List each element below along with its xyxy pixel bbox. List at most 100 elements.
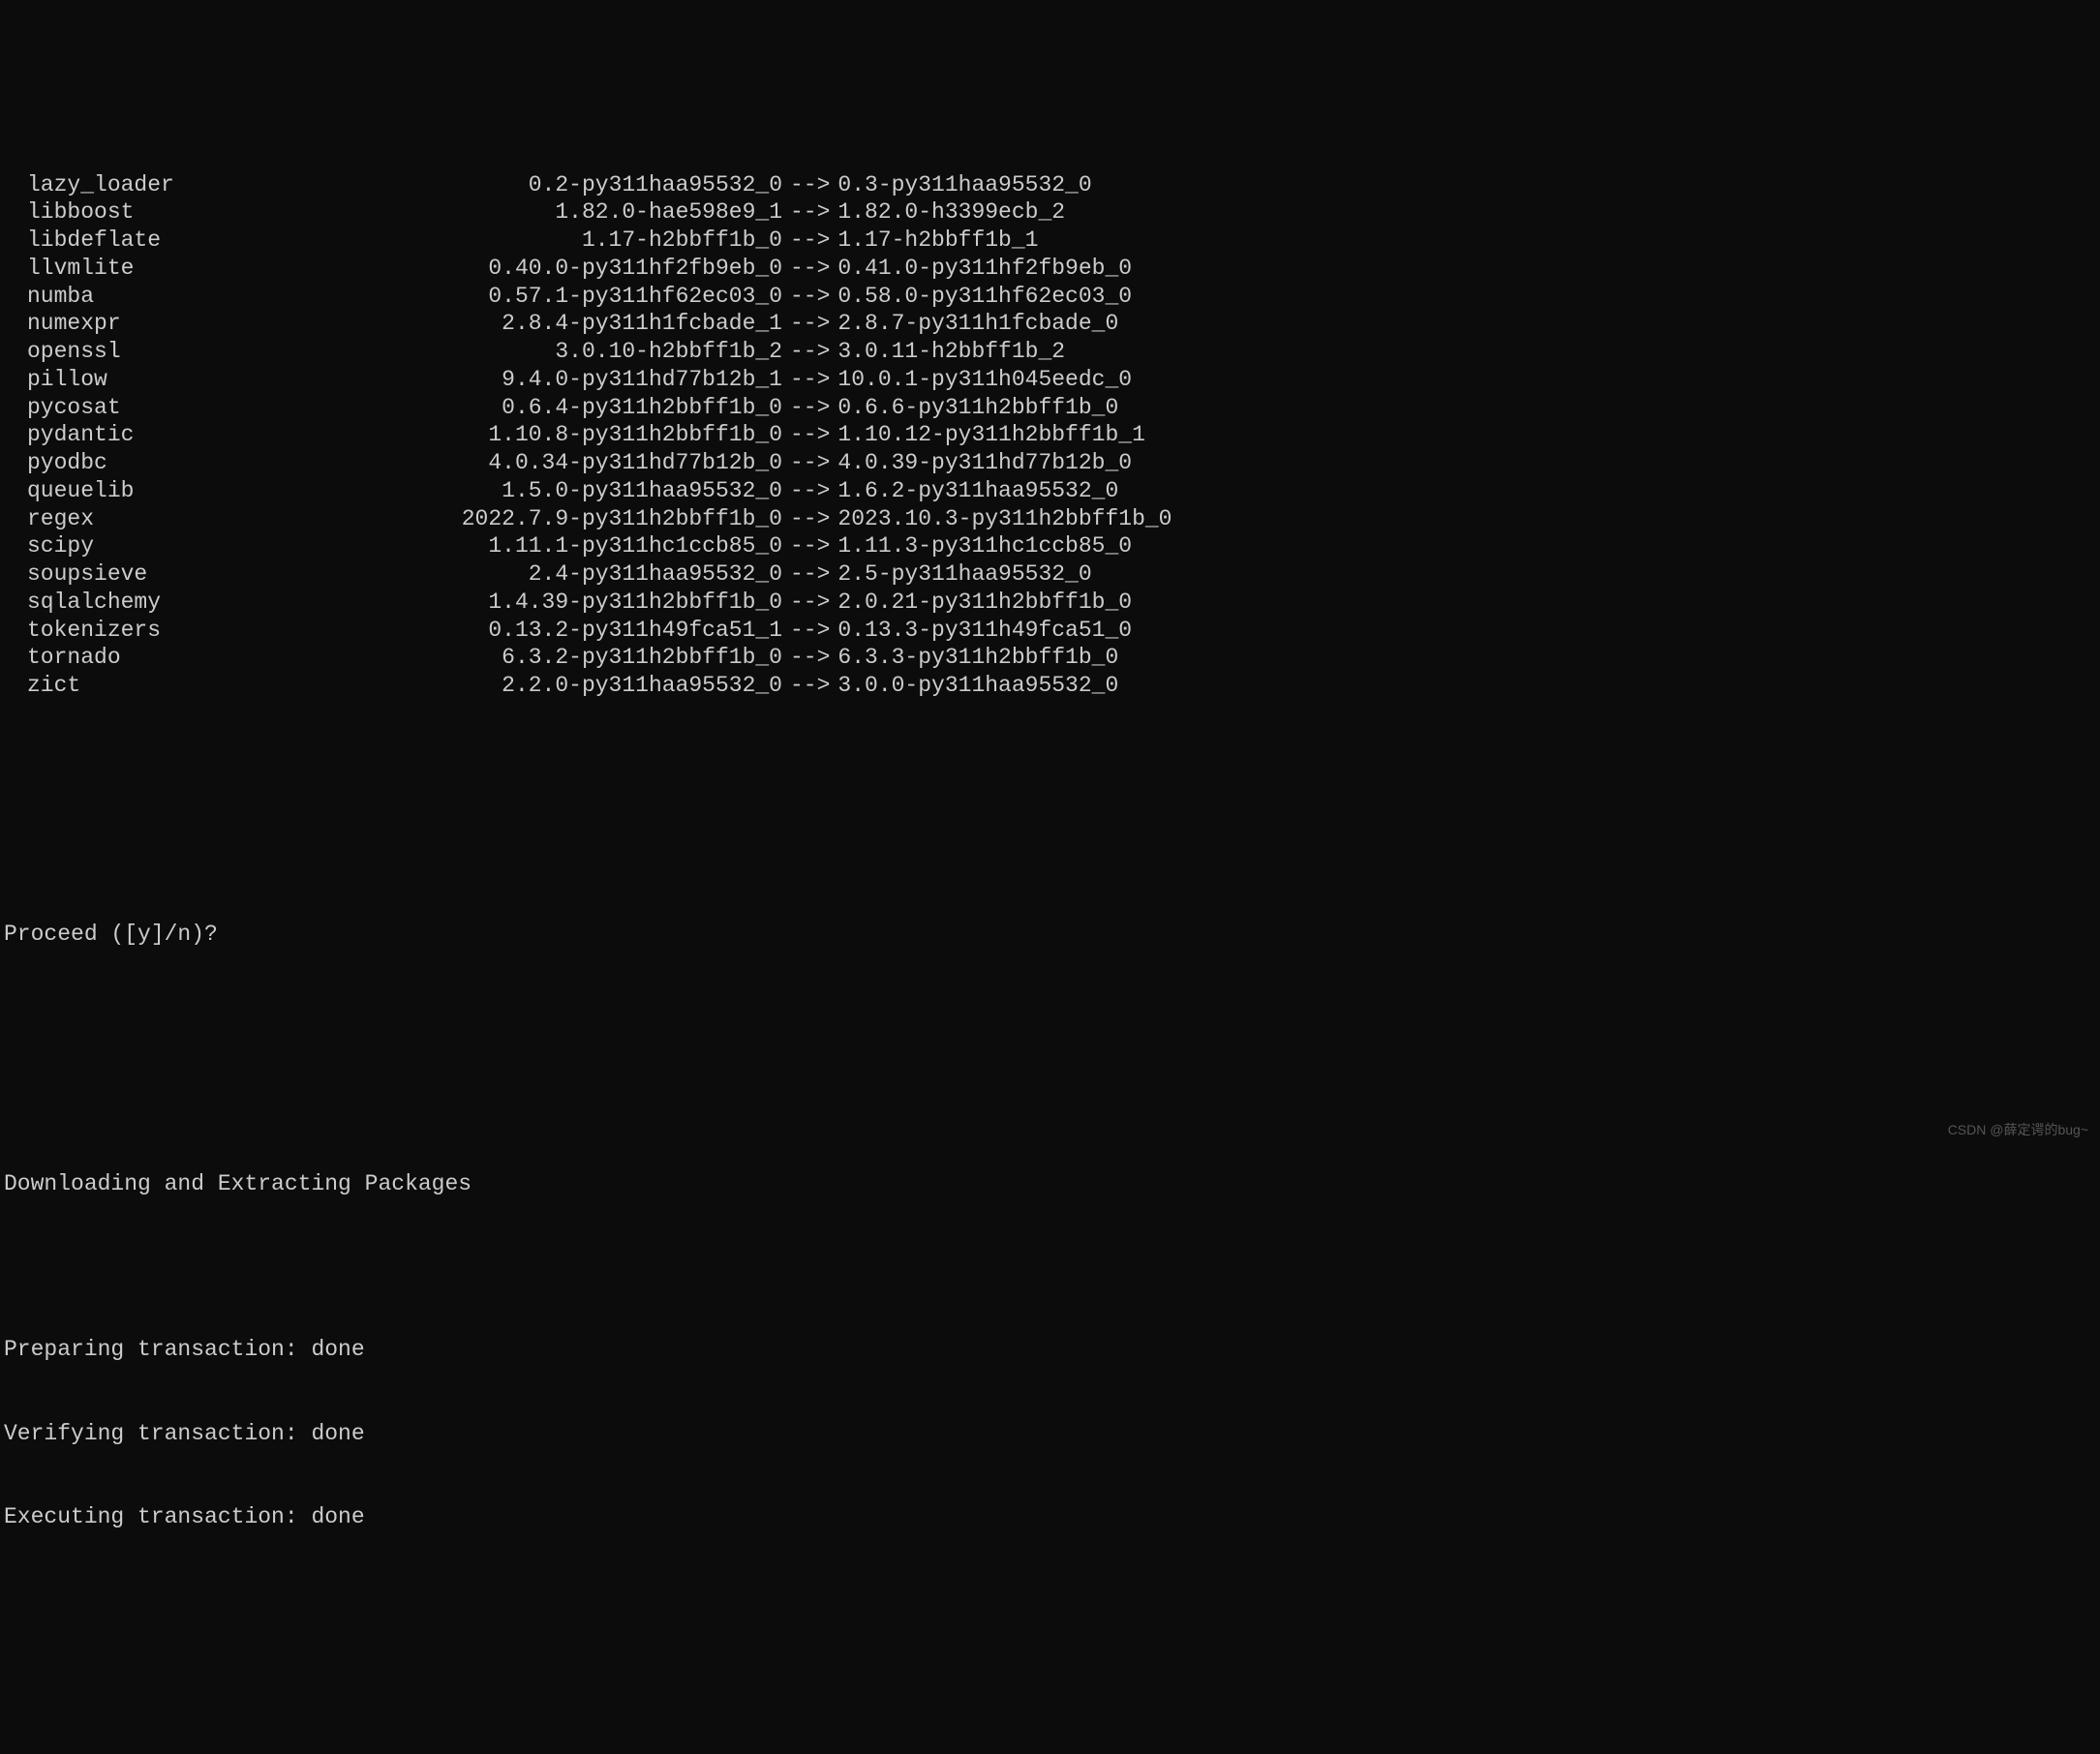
package-from-version: 0.57.1-py311hf62ec03_0	[443, 283, 782, 311]
package-to-version: 2023.10.3-py311h2bbff1b_0	[837, 505, 1172, 533]
proceed-prompt[interactable]: Proceed ([y]/n)?	[4, 921, 2096, 949]
package-name: numba	[27, 283, 443, 311]
package-name: tornado	[27, 644, 443, 672]
package-to-version: 1.10.12-py311h2bbff1b_1	[837, 421, 1144, 449]
download-header: Downloading and Extracting Packages	[4, 1170, 2096, 1198]
package-to-version: 1.11.3-py311hc1ccb85_0	[837, 532, 1132, 560]
arrow-icon: -->	[782, 644, 837, 672]
package-to-version: 1.82.0-h3399ecb_2	[837, 198, 1065, 227]
executing-transaction-line: Executing transaction: done	[4, 1503, 2096, 1531]
package-name: zict	[27, 672, 443, 700]
arrow-icon: -->	[782, 505, 837, 533]
package-from-version: 1.82.0-hae598e9_1	[443, 198, 782, 227]
package-to-version: 4.0.39-py311hd77b12b_0	[837, 449, 1132, 477]
arrow-icon: -->	[782, 255, 837, 283]
package-name: tokenizers	[27, 617, 443, 645]
package-row: tornado6.3.2-py311h2bbff1b_0-->6.3.3-py3…	[4, 644, 2096, 672]
arrow-icon: -->	[782, 283, 837, 311]
package-to-version: 0.13.3-py311h49fca51_0	[837, 617, 1132, 645]
package-name: pillow	[27, 366, 443, 394]
package-name: sqlalchemy	[27, 589, 443, 617]
package-from-version: 9.4.0-py311hd77b12b_1	[443, 366, 782, 394]
package-name: soupsieve	[27, 560, 443, 589]
package-row: regex2022.7.9-py311h2bbff1b_0-->2023.10.…	[4, 505, 2096, 533]
package-row: numexpr2.8.4-py311h1fcbade_1-->2.8.7-py3…	[4, 310, 2096, 338]
package-from-version: 2.2.0-py311haa95532_0	[443, 672, 782, 700]
package-to-version: 6.3.3-py311h2bbff1b_0	[837, 644, 1118, 672]
package-to-version: 3.0.11-h2bbff1b_2	[837, 338, 1065, 366]
package-row: zict2.2.0-py311haa95532_0-->3.0.0-py311h…	[4, 672, 2096, 700]
package-row: pyodbc4.0.34-py311hd77b12b_0-->4.0.39-py…	[4, 449, 2096, 477]
package-from-version: 1.4.39-py311h2bbff1b_0	[443, 589, 782, 617]
package-to-version: 0.41.0-py311hf2fb9eb_0	[837, 255, 1132, 283]
verifying-status: done	[311, 1421, 364, 1446]
package-from-version: 1.17-h2bbff1b_0	[443, 227, 782, 255]
package-row: libboost1.82.0-hae598e9_1-->1.82.0-h3399…	[4, 198, 2096, 227]
package-row: sqlalchemy1.4.39-py311h2bbff1b_0-->2.0.2…	[4, 589, 2096, 617]
package-name: llvmlite	[27, 255, 443, 283]
arrow-icon: -->	[782, 171, 837, 199]
package-from-version: 4.0.34-py311hd77b12b_0	[443, 449, 782, 477]
package-row: soupsieve2.4-py311haa95532_0-->2.5-py311…	[4, 560, 2096, 589]
arrow-icon: -->	[782, 449, 837, 477]
package-from-version: 1.11.1-py311hc1ccb85_0	[443, 532, 782, 560]
package-to-version: 2.8.7-py311h1fcbade_0	[837, 310, 1118, 338]
package-name: openssl	[27, 338, 443, 366]
package-row: tokenizers0.13.2-py311h49fca51_1-->0.13.…	[4, 617, 2096, 645]
arrow-icon: -->	[782, 477, 837, 505]
arrow-icon: -->	[782, 366, 837, 394]
package-to-version: 0.6.6-py311h2bbff1b_0	[837, 394, 1118, 422]
package-from-version: 0.6.4-py311h2bbff1b_0	[443, 394, 782, 422]
package-to-version: 3.0.0-py311haa95532_0	[837, 672, 1118, 700]
package-name: pyodbc	[27, 449, 443, 477]
package-row: llvmlite0.40.0-py311hf2fb9eb_0-->0.41.0-…	[4, 255, 2096, 283]
preparing-transaction-line: Preparing transaction: done	[4, 1336, 2096, 1364]
package-from-version: 0.2-py311haa95532_0	[443, 171, 782, 199]
package-name: regex	[27, 505, 443, 533]
package-row: queuelib1.5.0-py311haa95532_0-->1.6.2-py…	[4, 477, 2096, 505]
package-row: pycosat0.6.4-py311h2bbff1b_0-->0.6.6-py3…	[4, 394, 2096, 422]
package-row: openssl3.0.10-h2bbff1b_2-->3.0.11-h2bbff…	[4, 338, 2096, 366]
package-to-version: 2.0.21-py311h2bbff1b_0	[837, 589, 1132, 617]
arrow-icon: -->	[782, 589, 837, 617]
package-from-version: 2.4-py311haa95532_0	[443, 560, 782, 589]
executing-label: Executing transaction:	[4, 1504, 311, 1529]
package-name: libdeflate	[27, 227, 443, 255]
preparing-label: Preparing transaction:	[4, 1337, 311, 1362]
package-from-version: 6.3.2-py311h2bbff1b_0	[443, 644, 782, 672]
package-row: pydantic1.10.8-py311h2bbff1b_0-->1.10.12…	[4, 421, 2096, 449]
arrow-icon: -->	[782, 394, 837, 422]
preparing-status: done	[311, 1337, 364, 1362]
package-name: queuelib	[27, 477, 443, 505]
package-name: pycosat	[27, 394, 443, 422]
package-row: scipy1.11.1-py311hc1ccb85_0-->1.11.3-py3…	[4, 532, 2096, 560]
arrow-icon: -->	[782, 227, 837, 255]
arrow-icon: -->	[782, 198, 837, 227]
arrow-icon: -->	[782, 672, 837, 700]
arrow-icon: -->	[782, 338, 837, 366]
package-to-version: 1.6.2-py311haa95532_0	[837, 477, 1118, 505]
arrow-icon: -->	[782, 532, 837, 560]
verifying-label: Verifying transaction:	[4, 1421, 311, 1446]
package-update-list: lazy_loader0.2-py311haa95532_0-->0.3-py3…	[4, 171, 2096, 700]
arrow-icon: -->	[782, 560, 837, 589]
terminal-output: lazy_loader0.2-py311haa95532_0-->0.3-py3…	[4, 115, 2096, 1558]
arrow-icon: -->	[782, 310, 837, 338]
package-row: libdeflate1.17-h2bbff1b_0-->1.17-h2bbff1…	[4, 227, 2096, 255]
package-row: pillow9.4.0-py311hd77b12b_1-->10.0.1-py3…	[4, 366, 2096, 394]
package-to-version: 0.3-py311haa95532_0	[837, 171, 1091, 199]
executing-status: done	[311, 1504, 364, 1529]
arrow-icon: -->	[782, 421, 837, 449]
package-from-version: 0.40.0-py311hf2fb9eb_0	[443, 255, 782, 283]
watermark: CSDN @薛定谔的bug~	[1948, 1122, 2088, 1139]
package-to-version: 0.58.0-py311hf62ec03_0	[837, 283, 1132, 311]
package-row: lazy_loader0.2-py311haa95532_0-->0.3-py3…	[4, 171, 2096, 199]
package-name: lazy_loader	[27, 171, 443, 199]
package-to-version: 2.5-py311haa95532_0	[837, 560, 1091, 589]
package-from-version: 1.10.8-py311h2bbff1b_0	[443, 421, 782, 449]
package-row: numba0.57.1-py311hf62ec03_0-->0.58.0-py3…	[4, 283, 2096, 311]
package-from-version: 1.5.0-py311haa95532_0	[443, 477, 782, 505]
package-to-version: 10.0.1-py311h045eedc_0	[837, 366, 1132, 394]
package-from-version: 2.8.4-py311h1fcbade_1	[443, 310, 782, 338]
package-from-version: 3.0.10-h2bbff1b_2	[443, 338, 782, 366]
